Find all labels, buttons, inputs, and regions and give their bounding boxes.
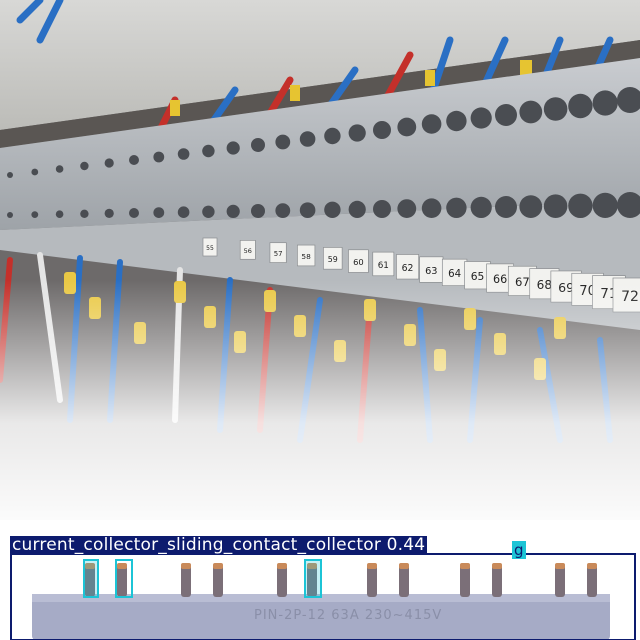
screw-hole: [348, 124, 366, 142]
busbar-pin-tip: [213, 563, 223, 569]
terminal-marker-number: 63: [425, 266, 437, 277]
screw-hole: [251, 138, 265, 152]
screw-hole: [226, 204, 240, 218]
detection-box-small-1: [83, 559, 99, 598]
terminal-marker-number: 58: [301, 252, 311, 261]
screw-hole: [202, 205, 215, 218]
screw-hole: [7, 212, 13, 218]
screw-hole: [129, 208, 139, 218]
screw-hole: [592, 192, 618, 218]
detection-box-small-3: [304, 559, 322, 598]
terminal-marker-number: 61: [378, 261, 389, 271]
busbar-pin-tip: [367, 563, 377, 569]
busbar-pin-tip: [277, 563, 287, 569]
screw-hole: [153, 207, 165, 219]
busbar-pin-tip: [460, 563, 470, 569]
terminal-marker-number: 60: [353, 257, 364, 267]
screw-hole: [568, 193, 593, 218]
screw-hole: [446, 110, 467, 132]
detection-label: current_collector_sliding_contact_collec…: [10, 535, 428, 555]
screw-hole: [543, 194, 568, 218]
screw-hole: [299, 202, 316, 218]
busbar-marking: PIN-2P-12 63A 230~415V: [254, 608, 443, 623]
screw-hole: [446, 197, 467, 218]
screw-hole: [31, 211, 39, 219]
terminal-marker-number: 59: [328, 255, 338, 264]
screw-hole: [324, 127, 341, 145]
screw-hole: [202, 144, 215, 158]
screw-hole: [226, 141, 240, 155]
screw-hole: [519, 100, 543, 124]
screw-hole: [104, 158, 114, 168]
screw-hole: [104, 208, 114, 218]
screw-hole: [251, 204, 265, 218]
screw-hole: [470, 107, 492, 129]
screw-hole: [55, 210, 64, 218]
screw-hole: [177, 206, 190, 218]
terminal-marker-number: 64: [448, 269, 461, 280]
terminal-marker-number: 55: [206, 245, 214, 252]
screw-hole: [55, 165, 64, 173]
busbar-pin-tip: [117, 563, 127, 569]
screw-hole: [324, 201, 341, 218]
screw-hole: [421, 198, 442, 218]
screw-hole: [373, 121, 391, 139]
screw-hole: [177, 148, 190, 160]
screw-hole: [397, 199, 417, 219]
screw-hole: [568, 93, 593, 119]
screw-hole: [592, 90, 618, 116]
terminal-marker-number: 62: [402, 263, 414, 274]
screw-hole: [519, 195, 543, 219]
screw-hole: [543, 97, 568, 121]
screw-hole: [348, 200, 366, 218]
screw-hole: [129, 155, 139, 165]
busbar-pin-tip: [587, 563, 597, 569]
terminal-marker-number: 57: [274, 250, 283, 258]
busbar-pin-tip: [492, 563, 502, 569]
screw-hole: [373, 200, 391, 218]
screw-hole: [495, 104, 517, 126]
white-fade: [0, 280, 640, 540]
screw-hole: [421, 114, 442, 134]
screw-hole: [31, 168, 39, 176]
busbar-pin-tip: [555, 563, 565, 569]
screw-hole: [153, 151, 165, 163]
busbar-pin-tip: [181, 563, 191, 569]
screw-hole: [7, 172, 13, 178]
screw-hole: [80, 209, 89, 218]
screw-hole: [299, 131, 316, 147]
screw-hole: [470, 196, 492, 218]
detection-label-tail: g: [512, 541, 526, 559]
busbar-pin-tip: [399, 563, 409, 569]
screw-hole: [275, 203, 291, 219]
terminal-marker-number: 56: [244, 247, 252, 255]
screw-hole: [80, 161, 89, 171]
screw-hole: [495, 196, 517, 218]
screw-hole: [397, 117, 417, 137]
screw-hole: [275, 134, 291, 150]
